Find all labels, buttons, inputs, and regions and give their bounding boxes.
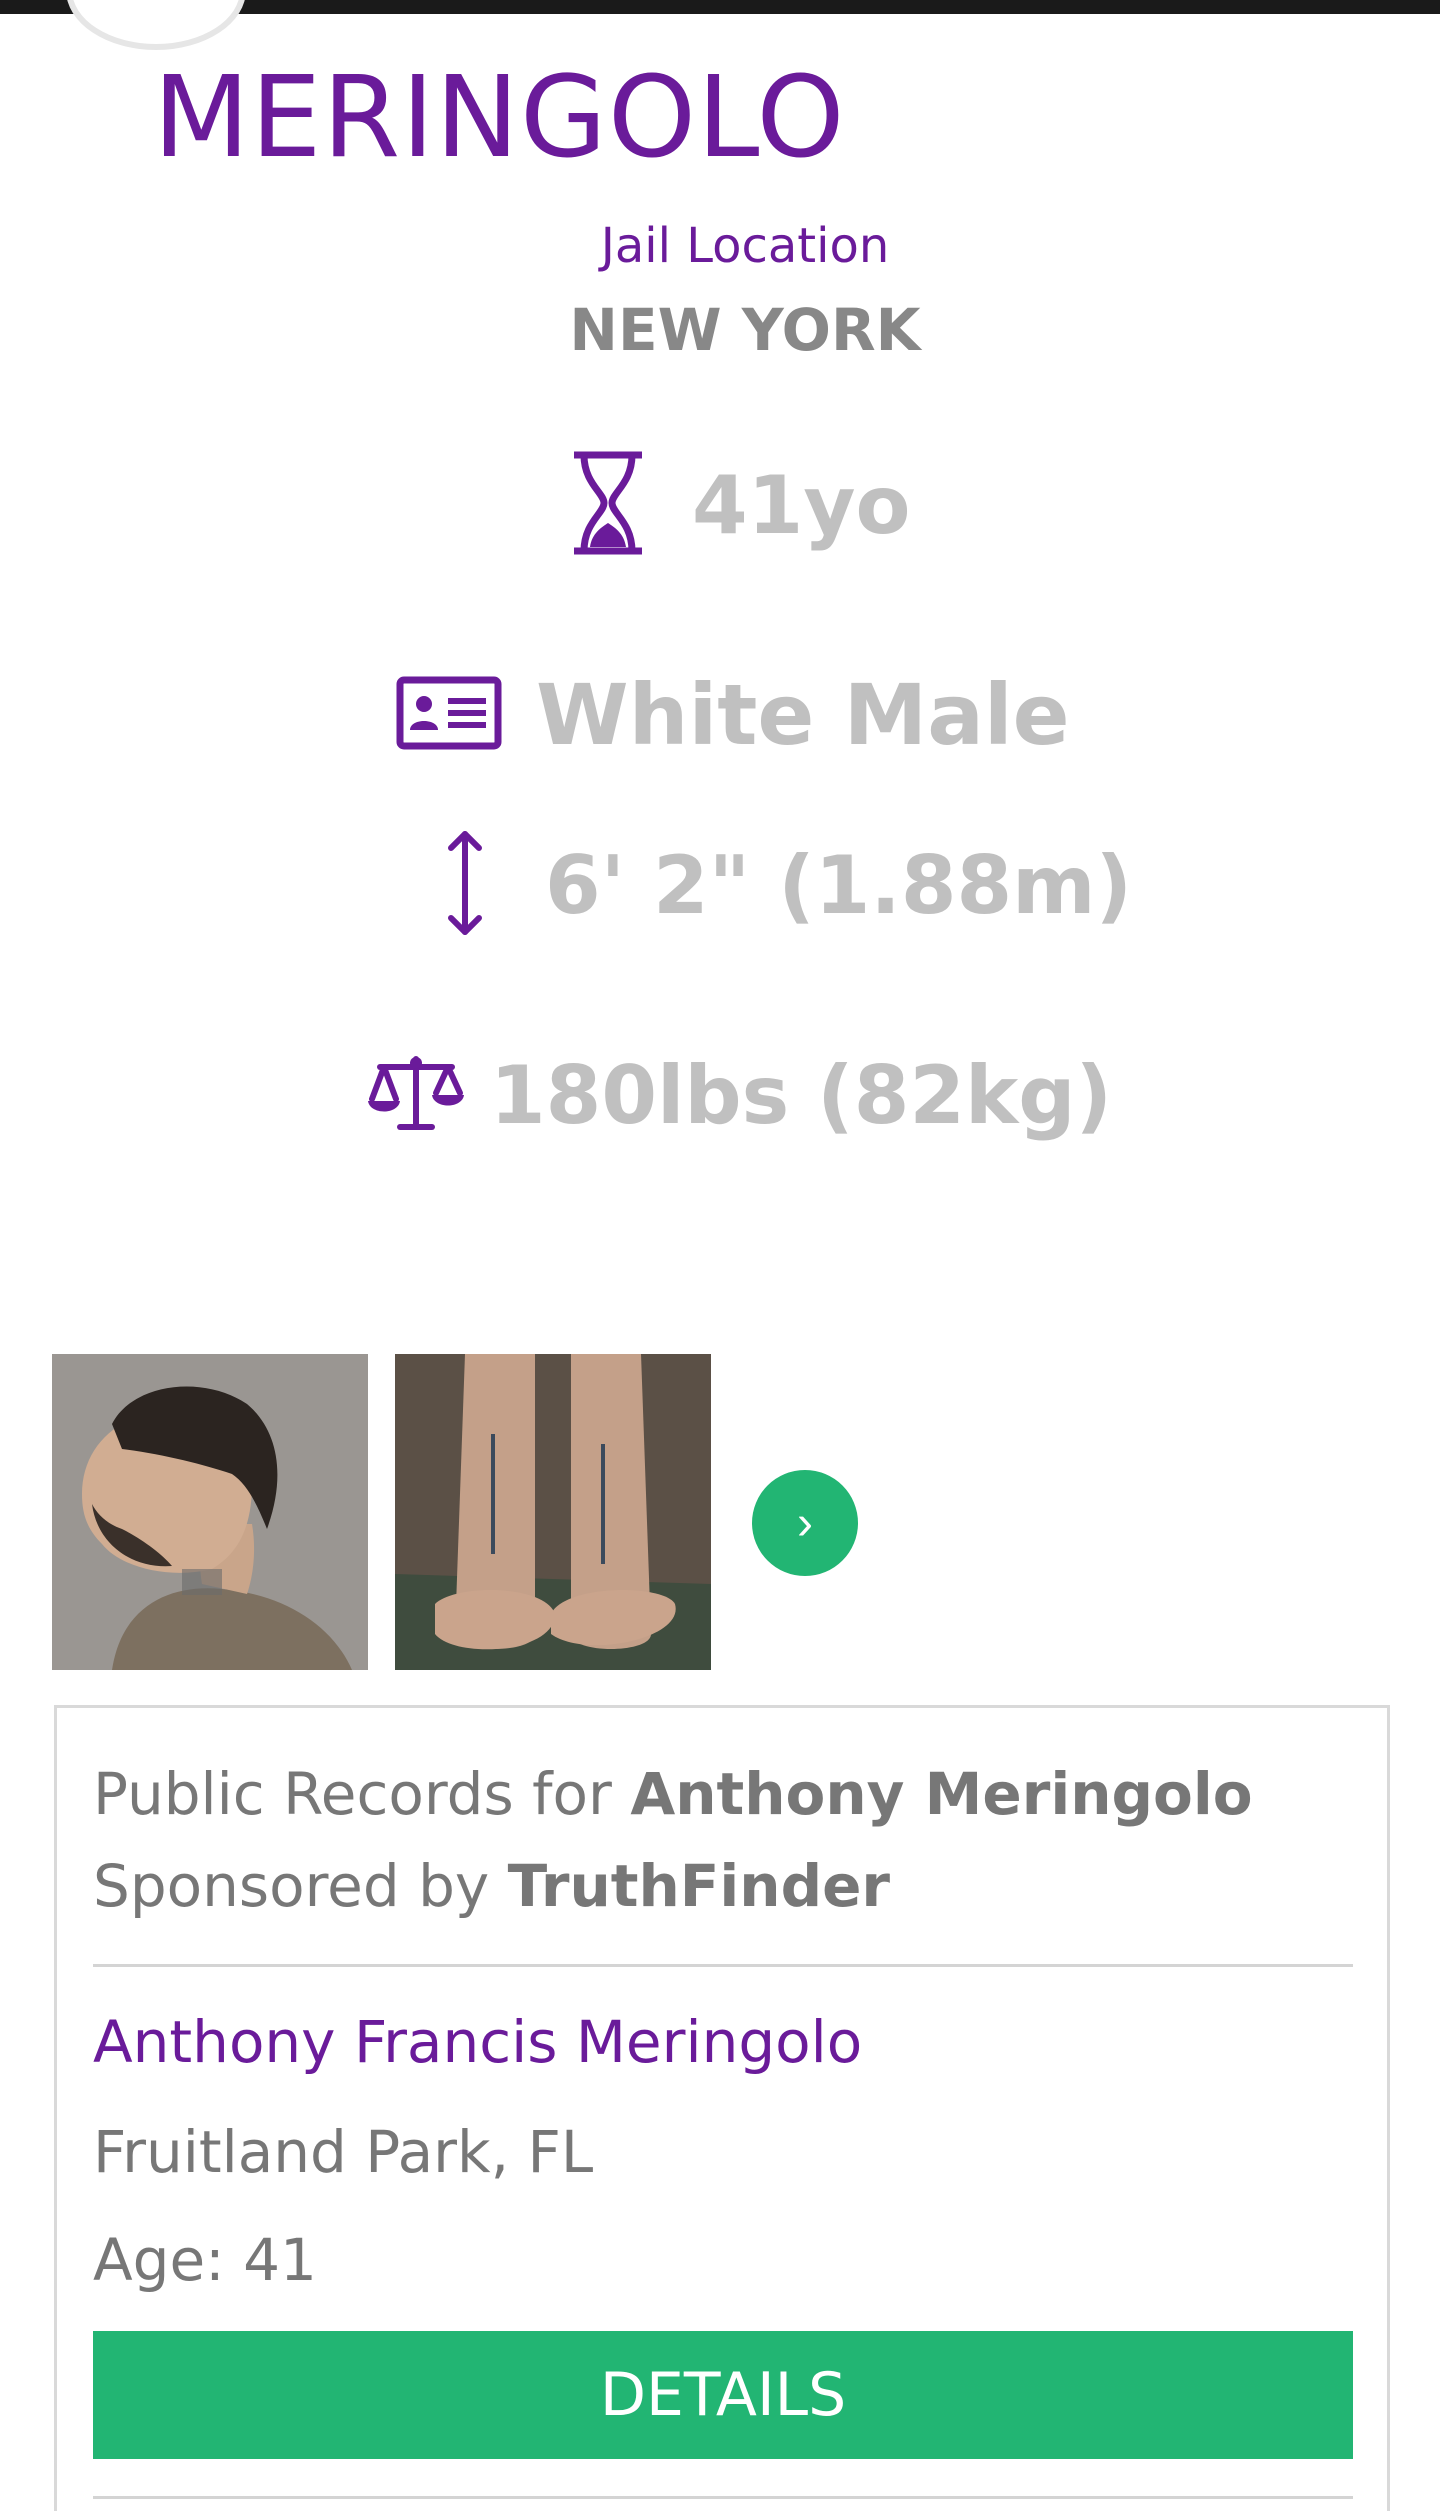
result-age: Age: 41 [93, 2226, 317, 2294]
divider [93, 1964, 1353, 1967]
result-name-link[interactable]: Anthony Francis Meringolo [93, 2008, 862, 2076]
card-sponsor-name: TruthFinder [507, 1852, 891, 1920]
hourglass-icon [570, 449, 646, 562]
vertical-arrows-icon [445, 828, 485, 943]
card-header: Public Records for Anthony Meringolo Spo… [93, 1748, 1353, 1932]
age-value: 41yo [692, 458, 911, 552]
gallery-next-button[interactable]: › [752, 1470, 858, 1576]
stat-race-gender: White Male [396, 655, 1070, 775]
height-value: 6' 2" (1.88m) [545, 838, 1133, 932]
stat-age: 41yo [570, 445, 910, 565]
weight-value: 180lbs (82kg) [490, 1048, 1113, 1142]
race-gender-value: White Male [536, 666, 1070, 764]
card-header-person: Anthony Meringolo [630, 1760, 1253, 1828]
stat-height: 6' 2" (1.88m) [445, 825, 1132, 945]
tattoo-photo[interactable] [395, 1354, 711, 1670]
result-location: Fruitland Park, FL [93, 2118, 594, 2186]
page-title: MERINGOLO [153, 53, 846, 183]
public-records-card: Public Records for Anthony Meringolo Spo… [54, 1705, 1390, 2511]
mugshot-photo[interactable] [52, 1354, 368, 1670]
details-button[interactable]: DETAILS [93, 2331, 1353, 2459]
avatar [66, 0, 246, 50]
jail-location-label: Jail Location [600, 218, 890, 274]
jail-location-value: NEW YORK [569, 296, 921, 364]
scale-icon [366, 1053, 466, 1138]
divider [93, 2496, 1353, 2499]
card-header-prefix: Public Records for [93, 1760, 631, 1828]
id-card-icon [396, 676, 502, 755]
stat-weight: 180lbs (82kg) [366, 1035, 1112, 1155]
card-sponsor-prefix: Sponsored by [93, 1852, 508, 1920]
